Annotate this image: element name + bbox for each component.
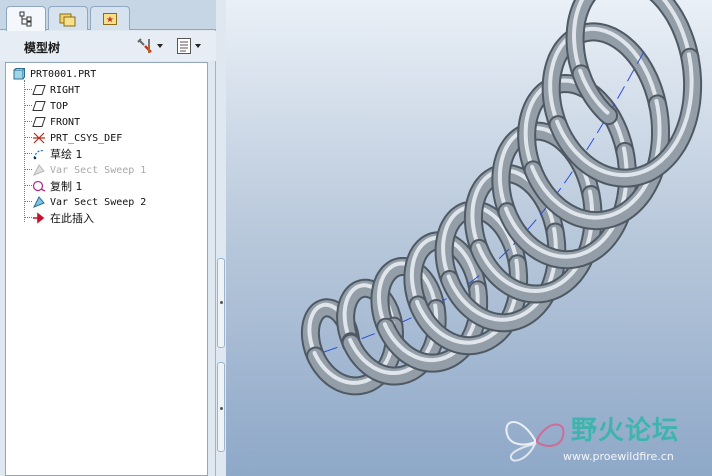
tree-branch-line xyxy=(24,105,32,106)
tree-branch-line xyxy=(24,121,32,122)
navigator-tab-bar xyxy=(0,0,216,31)
tree-item-sweep-2[interactable]: Var Sect Sweep 2 xyxy=(32,194,146,210)
sweep-icon xyxy=(32,195,46,209)
watermark-title: 野火论坛 xyxy=(571,416,680,446)
settings-tool-button[interactable] xyxy=(136,36,166,56)
favorites-tab[interactable] xyxy=(90,6,130,30)
datum-plane-icon xyxy=(32,115,46,129)
insert-arrow-icon xyxy=(32,211,46,225)
tree-branch-line xyxy=(24,89,32,90)
part-icon xyxy=(12,67,26,81)
spring-coils-front xyxy=(306,47,703,396)
tree-root-label: PRT0001.PRT xyxy=(30,68,97,80)
copy-icon xyxy=(32,179,46,193)
sweep-icon xyxy=(32,163,46,177)
tree-item-label: 复制 1 xyxy=(50,180,83,193)
model-tree: PRT0001.PRT RIGHT TOP FRONT PRT_CSYS_DEF… xyxy=(5,62,208,476)
model-tree-panel: 模型树 PRT0001.PRT RIGHT TOP FRONT PRT_CSYS… xyxy=(0,0,216,476)
tree-item-label: 草绘 1 xyxy=(50,148,83,161)
tree-item-label: PRT_CSYS_DEF xyxy=(50,132,123,144)
show-tree-button[interactable] xyxy=(176,36,206,56)
tree-item-copy[interactable]: 复制 1 xyxy=(32,178,83,194)
favorites-icon xyxy=(103,12,117,25)
tree-item-sketch[interactable]: 草绘 1 xyxy=(32,146,83,162)
tree-item-label: Var Sect Sweep 2 xyxy=(50,196,147,208)
datum-plane-icon xyxy=(32,99,46,113)
tree-item-top[interactable]: TOP xyxy=(32,98,68,114)
tree-branch-line xyxy=(24,153,32,154)
tree-item-csys[interactable]: PRT_CSYS_DEF xyxy=(32,130,122,146)
model-tree-tab[interactable] xyxy=(6,6,46,31)
tree-item-label: RIGHT xyxy=(50,84,81,96)
tree-root-part[interactable]: PRT0001.PRT xyxy=(12,66,96,82)
tree-item-right[interactable]: RIGHT xyxy=(32,82,80,98)
tree-item-label: 在此插入 xyxy=(50,212,94,225)
tree-item-label: TOP xyxy=(50,100,69,112)
tree-item-front[interactable]: FRONT xyxy=(32,114,80,130)
watermark-url: www.proewildfire.cn xyxy=(563,450,674,463)
butterfly-logo-icon xyxy=(505,421,565,462)
folder-browser-tab[interactable] xyxy=(48,6,88,30)
tree-branch-line xyxy=(24,217,32,218)
tree-item-label: Var Sect Sweep 1 xyxy=(50,164,147,176)
tree-item-label: FRONT xyxy=(50,116,81,128)
chevron-down-icon xyxy=(157,44,163,48)
sketch-icon xyxy=(32,147,46,161)
tree-branch-line xyxy=(24,185,32,186)
forum-watermark: 野火论坛 www.proewildfire.cn xyxy=(501,408,711,470)
model-tree-icon xyxy=(19,11,32,27)
tree-item-insert-here[interactable]: 在此插入 xyxy=(32,210,94,226)
tree-branch-line xyxy=(24,169,32,170)
tree-branch-line xyxy=(24,201,32,202)
coordinate-system-icon xyxy=(32,131,46,145)
graphics-viewport[interactable]: 野火论坛 www.proewildfire.cn xyxy=(226,0,712,476)
app-window: 模型树 PRT0001.PRT RIGHT TOP FRONT PRT_CSYS… xyxy=(0,0,712,476)
panel-splitter[interactable] xyxy=(216,0,226,476)
list-icon xyxy=(177,38,191,54)
model-tree-header: 模型树 xyxy=(0,31,216,61)
splitter-grip[interactable] xyxy=(217,362,225,452)
datum-plane-icon xyxy=(32,83,46,97)
folder-icon xyxy=(59,13,76,26)
panel-title: 模型树 xyxy=(24,41,61,55)
tools-icon xyxy=(137,38,152,53)
tree-item-sweep-1[interactable]: Var Sect Sweep 1 xyxy=(32,162,146,178)
helical-spring-model[interactable] xyxy=(226,0,712,476)
splitter-grip[interactable] xyxy=(217,258,225,348)
tree-branch-line xyxy=(24,137,32,138)
chevron-down-icon xyxy=(195,44,201,48)
